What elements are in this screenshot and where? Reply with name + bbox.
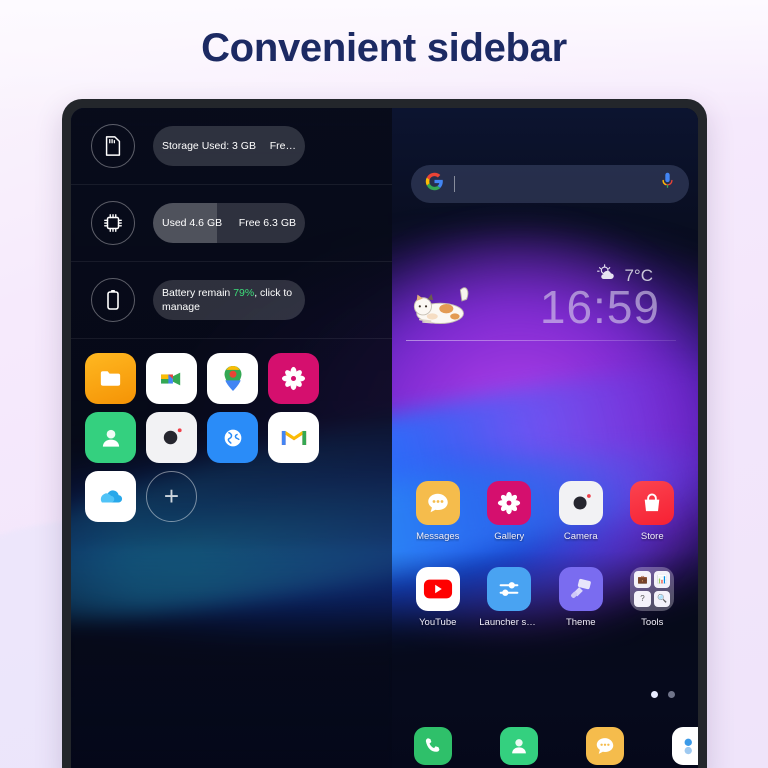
- app-messages[interactable]: Messages: [402, 481, 474, 542]
- messages-icon: [415, 481, 460, 525]
- home-screen: 7°C 16:59 Messages Gallery Camera Store …: [392, 108, 698, 768]
- app-youtube[interactable]: YouTube: [402, 567, 474, 628]
- toolbox-icon: 💼: [634, 571, 651, 588]
- app-label: Theme: [565, 617, 596, 628]
- battery-percent: 79%: [233, 286, 255, 299]
- app-label: Gallery: [494, 531, 525, 542]
- ram-used-label: Used 4.6 GB: [162, 216, 223, 229]
- app-camera[interactable]: Camera: [545, 481, 617, 542]
- storage-used-label: Storage Used: 3 GB: [162, 139, 256, 152]
- question-mark-icon: ?: [634, 590, 651, 607]
- page-indicator: [651, 691, 675, 698]
- app-label: Messages: [416, 531, 460, 542]
- app-tools-folder[interactable]: 💼 📊 ? 🔍 Tools: [617, 567, 689, 628]
- battery-text-pre: Battery remain: [162, 286, 234, 299]
- search-input[interactable]: [454, 176, 455, 192]
- app-label: Camera: [563, 531, 598, 542]
- storage-pill[interactable]: Storage Used: 3 GB Fre…: [153, 126, 305, 166]
- ram-free-label: Free 6.3 GB: [238, 216, 296, 229]
- ram-pill[interactable]: Used 4.6 GB Free 6.3 GB: [153, 203, 305, 243]
- sidebar-app-grid: +: [71, 353, 392, 522]
- app-theme[interactable]: Theme: [545, 567, 617, 628]
- person-icon[interactable]: [500, 727, 538, 765]
- battery-pill[interactable]: Battery remain 79%, click to manage: [153, 279, 305, 321]
- magnifier-icon: 🔍: [653, 590, 671, 607]
- storage-free-label: Fre…: [269, 139, 296, 152]
- flower-gallery-icon: [487, 481, 532, 525]
- device-frame: 7°C 16:59 Messages Gallery Camera Store …: [62, 99, 707, 768]
- search-bar[interactable]: [411, 165, 689, 203]
- sidebar-app-gallery[interactable]: [268, 353, 319, 404]
- dock: [392, 727, 698, 765]
- shopping-bag-icon: [630, 481, 675, 525]
- app-label: Tools: [641, 617, 664, 628]
- sidebar-app-contacts[interactable]: [85, 412, 136, 463]
- sidebar-app-meet[interactable]: [146, 353, 197, 404]
- app-label: Launcher setti…: [479, 617, 539, 628]
- microphone-icon[interactable]: [660, 172, 675, 196]
- sliders-icon: [487, 567, 532, 611]
- memory-chip-icon: [91, 201, 135, 245]
- sidebar-item-battery[interactable]: Battery remain 79%, click to manage: [71, 262, 392, 339]
- sidebar-item-ram[interactable]: Used 4.6 GB Free 6.3 GB: [71, 185, 392, 262]
- google-g-icon: [425, 172, 444, 196]
- cat-icon: [412, 280, 490, 333]
- messages-icon[interactable]: [586, 727, 624, 765]
- paint-roller-icon: [558, 567, 603, 611]
- chat-bubbles-icon[interactable]: [672, 727, 698, 765]
- page-title: Convenient sidebar: [201, 26, 567, 70]
- sidebar-item-storage[interactable]: Storage Used: 3 GB Fre…: [71, 108, 392, 185]
- clock-time: 16:59: [539, 281, 660, 333]
- app-launcher-settings[interactable]: Launcher setti…: [474, 567, 546, 628]
- sidebar-app-maps[interactable]: [207, 353, 258, 404]
- camera-icon: [558, 481, 603, 525]
- sd-card-icon: [91, 124, 135, 168]
- phone-icon[interactable]: [414, 727, 452, 765]
- sidebar-app-gmail[interactable]: [268, 412, 319, 463]
- app-label: Store: [640, 531, 664, 542]
- sidebar-app-files[interactable]: [85, 353, 136, 404]
- clock-weather-widget[interactable]: 7°C 16:59: [392, 258, 698, 358]
- folder-tools-icon: 💼 📊 ? 🔍: [630, 567, 675, 611]
- sidebar-app-browser[interactable]: [207, 412, 258, 463]
- app-gallery[interactable]: Gallery: [474, 481, 546, 542]
- add-app-button[interactable]: +: [146, 471, 197, 522]
- home-app-grid: Messages Gallery Camera Store YouTube La…: [392, 481, 698, 628]
- signal-bars-icon: 📊: [653, 571, 671, 588]
- battery-icon: [91, 278, 135, 322]
- sidebar-panel: Storage Used: 3 GB Fre… Used 4.6 GB Free…: [71, 108, 392, 768]
- youtube-icon: [415, 567, 460, 611]
- page-dot-2[interactable]: [668, 691, 675, 698]
- widget-underline: [406, 340, 676, 341]
- sidebar-app-camera[interactable]: [146, 412, 197, 463]
- app-label: YouTube: [419, 617, 457, 628]
- device-screen: 7°C 16:59 Messages Gallery Camera Store …: [71, 108, 698, 768]
- page-dot-1[interactable]: [651, 691, 658, 698]
- sidebar-app-onedrive[interactable]: [85, 471, 136, 522]
- app-store[interactable]: Store: [617, 481, 689, 542]
